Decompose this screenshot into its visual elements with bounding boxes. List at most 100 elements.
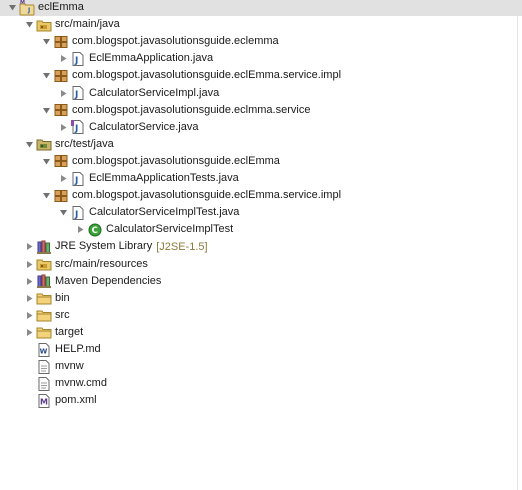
expand-toggle-icon[interactable] (57, 204, 69, 221)
tree-row-file-eclemma-application-tests[interactable]: J EclEmmaApplicationTests.java (0, 170, 522, 187)
tree-row-label: com.blogspot.javasolutionsguide.eclEmma.… (72, 189, 342, 202)
source-folder-icon (36, 17, 52, 33)
tree-row-label: com.blogspot.javasolutionsguide.eclmma.s… (72, 103, 311, 116)
tree-row-project-root-eclemma[interactable]: M JeclEmma (0, 0, 522, 16)
package-icon (53, 34, 69, 50)
package-icon (53, 153, 69, 169)
tree-row-label: EclEmmaApplicationTests.java (89, 172, 239, 184)
java-interface-file-icon: J (70, 119, 86, 135)
tree-row-folder-bin[interactable]: bin (0, 290, 522, 307)
expand-toggle-icon[interactable] (6, 0, 18, 16)
expand-toggle-icon[interactable] (40, 67, 52, 84)
maven-java-project-icon: MJ (19, 0, 35, 16)
class-icon: C (87, 222, 103, 238)
tree-row-file-calculator-service[interactable]: J CalculatorService.java (0, 119, 522, 136)
java-file-icon: J (70, 51, 86, 67)
svg-text:M: M (40, 397, 48, 406)
tree-row-label: HELP.md (55, 343, 101, 355)
svg-text:J: J (27, 7, 30, 14)
tree-row-label: com.blogspot.javasolutionsguide.eclemma (72, 35, 279, 48)
tree-row-label: eclEmma (38, 1, 84, 13)
svg-text:J: J (74, 210, 78, 220)
collapse-toggle-icon[interactable] (23, 238, 35, 255)
tree-row-folder-src[interactable]: src (0, 307, 522, 324)
tree-row-file-pom-xml[interactable]: Mpom.xml (0, 392, 522, 409)
collapse-toggle-icon[interactable] (23, 324, 35, 341)
tree-row-jre-system-library[interactable]: JRE System Library [J2SE-1.5] (0, 238, 522, 255)
toggle-spacer (23, 392, 35, 409)
toggle-spacer (23, 375, 35, 392)
tree-row-class-calculator-service-impl-test[interactable]: C CalculatorServiceImplTest (0, 221, 522, 238)
java-file-icon: J (70, 171, 86, 187)
tree-row-label: com.blogspot.javasolutionsguide.eclEmma.… (72, 69, 342, 82)
collapse-toggle-icon[interactable] (57, 119, 69, 136)
collapse-toggle-icon[interactable] (23, 256, 35, 273)
markdown-file-icon: W (36, 342, 52, 358)
expand-toggle-icon[interactable] (23, 16, 35, 33)
tree-row-label: mvnw (55, 360, 84, 373)
tree-row-package-test-service-impl[interactable]: com.blogspot.javasolutionsguide.eclEmma.… (0, 187, 522, 204)
tree-row-label: Maven Dependencies (55, 274, 162, 287)
tree-row-file-calculator-service-impl[interactable]: J CalculatorServiceImpl.java (0, 85, 522, 102)
collapse-toggle-icon[interactable] (74, 221, 86, 238)
tree-row-label: target (55, 325, 84, 338)
collapse-toggle-icon[interactable] (23, 290, 35, 307)
svg-text:J: J (74, 176, 78, 186)
tree-row-folder-src-main-java[interactable]: src/main/java (0, 16, 522, 33)
tree-row-label: pom.xml (55, 394, 97, 407)
tree-row-label: CalculatorServiceImplTest (106, 223, 234, 236)
java-file-icon: J (70, 205, 86, 221)
svg-text:J: J (74, 56, 78, 66)
svg-text:W: W (40, 347, 48, 355)
expand-toggle-icon[interactable] (40, 102, 52, 119)
tree-row-file-help-md[interactable]: W HELP.md (0, 341, 522, 358)
text-file-icon (36, 376, 52, 392)
expand-toggle-icon[interactable] (40, 33, 52, 50)
tree-row-label: CalculatorServiceImplTest.java (89, 206, 240, 219)
package-icon (53, 102, 69, 118)
tree-row-label: src (55, 308, 70, 321)
tree-row-label: src/main/java (55, 18, 120, 31)
tree-row-label: CalculatorService.java (89, 120, 199, 133)
tree-row-file-eclemma-application[interactable]: J EclEmmaApplication.java (0, 50, 522, 67)
expand-toggle-icon[interactable] (23, 136, 35, 153)
maven-pom-file-icon: M (36, 393, 52, 409)
toggle-spacer (23, 358, 35, 375)
tree-row-label: src/main/resources (55, 257, 148, 270)
collapse-toggle-icon[interactable] (23, 307, 35, 324)
svg-text:C: C (92, 226, 98, 236)
tree-row-folder-src-main-resources[interactable]: src/main/resources (0, 256, 522, 273)
source-folder-icon (36, 256, 52, 272)
expand-toggle-icon[interactable] (40, 153, 52, 170)
collapse-toggle-icon[interactable] (23, 273, 35, 290)
folder-icon (36, 290, 52, 306)
collapse-toggle-icon[interactable] (57, 170, 69, 187)
tree-row-label: mvnw.cmd (55, 377, 107, 390)
tree-row-package-eclemma[interactable]: com.blogspot.javasolutionsguide.eclemma (0, 33, 522, 50)
tree-row-label: src/test/java (55, 137, 114, 150)
tree-row-package-test-eclemma[interactable]: com.blogspot.javasolutionsguide.eclEmma (0, 153, 522, 170)
svg-text:J: J (74, 124, 78, 134)
package-icon (53, 188, 69, 204)
package-icon (53, 68, 69, 84)
tree-row-label: CalculatorServiceImpl.java (89, 86, 220, 99)
tree-row-file-calculator-service-impl-test[interactable]: J CalculatorServiceImplTest.java (0, 204, 522, 221)
tree-row-label: bin (55, 291, 70, 304)
library-icon (36, 273, 52, 289)
tree-row-package-service-impl[interactable]: com.blogspot.javasolutionsguide.eclEmma.… (0, 67, 522, 84)
package-explorer-tree: M JeclEmma src/main/java com.blogspot.javas… (0, 0, 522, 490)
collapse-toggle-icon[interactable] (57, 50, 69, 67)
folder-icon (36, 324, 52, 340)
collapse-toggle-icon[interactable] (57, 85, 69, 102)
toggle-spacer (23, 341, 35, 358)
tree-row-maven-dependencies[interactable]: Maven Dependencies (0, 273, 522, 290)
tree-row-package-service[interactable]: com.blogspot.javasolutionsguide.eclmma.s… (0, 102, 522, 119)
expand-toggle-icon[interactable] (40, 187, 52, 204)
java-file-icon: J (70, 85, 86, 101)
tree-row-folder-target[interactable]: target (0, 324, 522, 341)
tree-row-file-mvnw[interactable]: mvnw (0, 358, 522, 375)
tree-row-folder-src-test-java[interactable]: src/test/java (0, 136, 522, 153)
tree-row-file-mvnw-cmd[interactable]: mvnw.cmd (0, 375, 522, 392)
tree-row-decoration: [J2SE-1.5] (156, 240, 208, 253)
folder-icon (36, 307, 52, 323)
